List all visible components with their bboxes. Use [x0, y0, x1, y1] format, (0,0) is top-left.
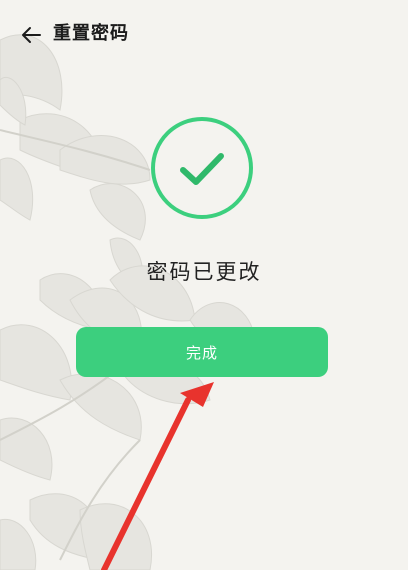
- arrow-left-icon: [22, 27, 41, 43]
- page-title: 重置密码: [53, 23, 129, 44]
- app-header: 重置密码: [0, 0, 408, 68]
- status-message: 密码已更改: [146, 260, 262, 284]
- back-button[interactable]: [18, 22, 46, 48]
- done-button[interactable]: 完成: [76, 327, 328, 377]
- check-circle-icon: [148, 114, 256, 222]
